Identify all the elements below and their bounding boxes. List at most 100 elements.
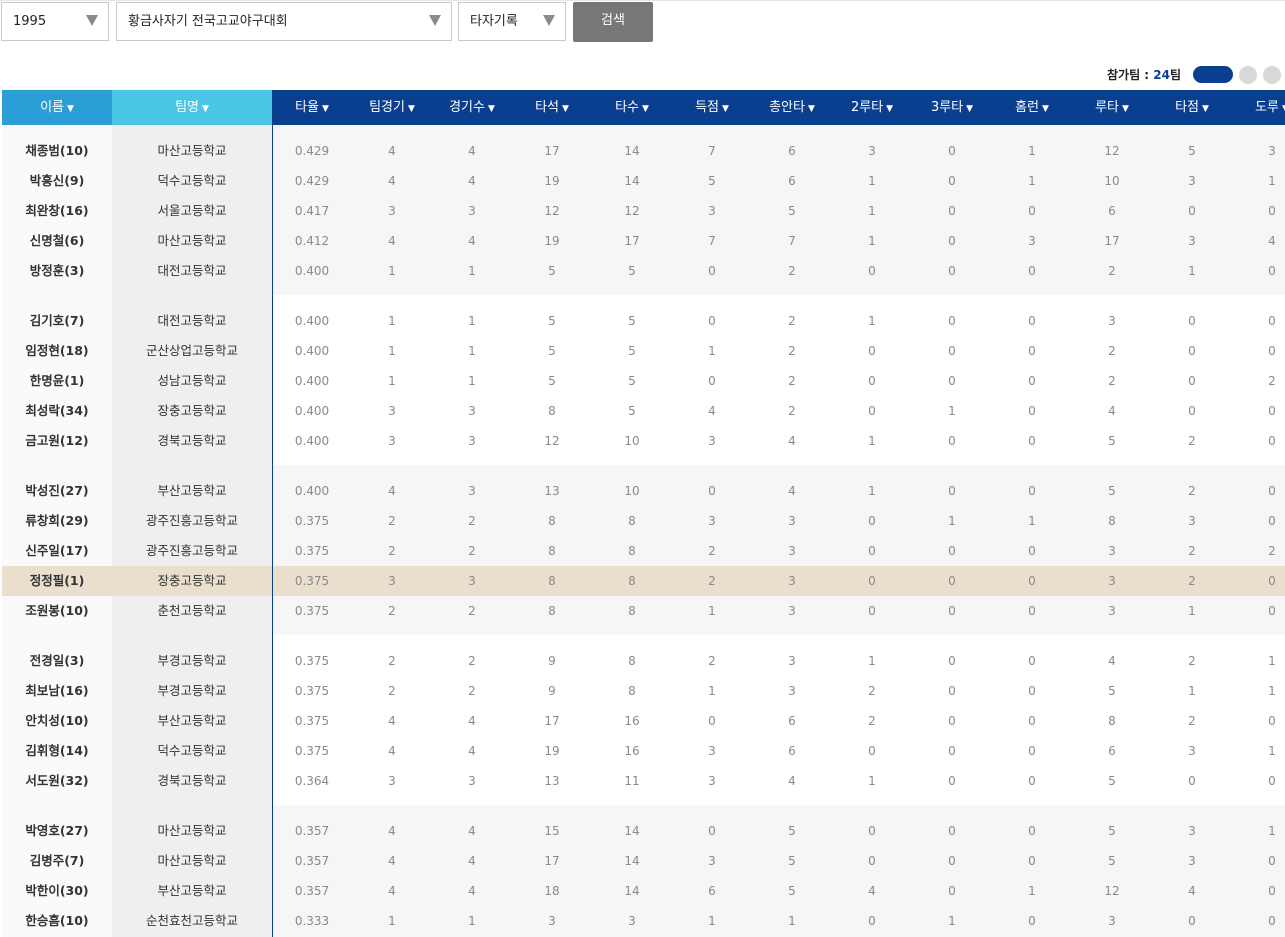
stat-cell: 1 (788, 914, 796, 928)
filter-bar: 1995 황금사자기 전국고교야구대회 타자기록 검색 (0, 0, 1285, 44)
stat-cell: 5 (1108, 684, 1116, 698)
stat-cell: 0 (948, 884, 956, 898)
stat-cell: 19 (544, 744, 560, 758)
column-header[interactable]: 타수 ▼ (592, 90, 672, 125)
stat-cell: 5 (1108, 774, 1116, 788)
stat-cell: 8 (1108, 514, 1116, 528)
stat-cell: 3 (1188, 744, 1196, 758)
column-header[interactable]: 타점 ▼ (1152, 90, 1232, 125)
page-indicator-active[interactable] (1193, 66, 1233, 83)
table-row[interactable]: 안치성(10) 부산고등학교 0.375 4 4 17 16 0 6 2 0 0 8 2 0 (2, 706, 1285, 736)
stat-cell: 1 (708, 344, 716, 358)
team-name: 경북고등학교 (157, 773, 227, 788)
stat-cell: 2 (1108, 344, 1116, 358)
team-name: 대전고등학교 (157, 263, 227, 278)
table-row[interactable]: 박영호(27) 마산고등학교 0.357 4 4 15 14 0 5 0 0 0 5 3 1 (2, 816, 1285, 846)
stat-cell: 0 (868, 744, 876, 758)
column-header[interactable]: 득점 ▼ (672, 90, 752, 125)
column-header[interactable]: 총안타 ▼ (752, 90, 832, 125)
column-header-label: 경기수 (449, 100, 485, 115)
stat-cell: 1 (1028, 144, 1036, 158)
stat-cell: 5 (548, 314, 556, 328)
table-row[interactable]: 조원봉(10) 춘천고등학교 0.375 2 2 8 8 1 3 0 0 0 3 1 0 (2, 596, 1285, 626)
tournament-select[interactable]: 황금사자기 전국고교야구대회 (116, 2, 452, 41)
stat-cell: 2 (1268, 374, 1276, 388)
table-row[interactable]: 신주일(17) 광주진흥고등학교 0.375 2 2 8 8 2 3 0 0 0 3 2 2 (2, 536, 1285, 566)
stat-cell: 3 (388, 774, 396, 788)
table-row[interactable]: 최성락(34) 장충고등학교 0.400 3 3 8 5 4 2 0 1 0 4 0 0 (2, 396, 1285, 426)
column-header[interactable]: 이름 ▼ (2, 90, 112, 125)
table-row[interactable]: 박성진(27) 부산고등학교 0.400 4 3 13 10 0 4 1 0 0 5 2 0 (2, 476, 1285, 506)
table-row[interactable]: 금고원(12) 경북고등학교 0.400 3 3 12 10 3 4 1 0 0 5 2 0 (2, 426, 1285, 456)
stat-cell: 4 (468, 144, 476, 158)
table-row[interactable]: 류창희(29) 광주진흥고등학교 0.375 2 2 8 8 3 3 0 1 1 8 3 0 (2, 506, 1285, 536)
column-header[interactable]: 팀경기 ▼ (352, 90, 432, 125)
table-row[interactable]: 박한이(30) 부산고등학교 0.357 4 4 18 14 6 5 4 0 1 12 4 0 (2, 876, 1285, 906)
sort-caret-icon: ▼ (807, 104, 815, 114)
table-row[interactable]: 채종범(10) 마산고등학교 0.429 4 4 17 14 7 6 3 0 1 12 5 3 (2, 136, 1285, 166)
stat-cell: 1 (468, 344, 476, 358)
stat-cell: 0.375 (294, 744, 330, 758)
stat-cell: 1 (868, 484, 876, 498)
column-header[interactable]: 팀명 ▼ (112, 90, 272, 125)
stat-cell: 0 (1268, 434, 1276, 448)
stat-cell: 0.400 (294, 484, 330, 498)
sort-caret-icon: ▼ (966, 104, 974, 114)
column-header[interactable]: 타석 ▼ (512, 90, 592, 125)
stat-cell: 0 (1188, 344, 1196, 358)
stat-cell: 3 (1188, 514, 1196, 528)
stat-cell: 1 (1188, 684, 1196, 698)
table-row[interactable]: 서도원(32) 경북고등학교 0.364 3 3 13 11 3 4 1 0 0 5 0 0 (2, 766, 1285, 796)
stat-cell: 3 (868, 144, 876, 158)
table-row[interactable]: 김휘형(14) 덕수고등학교 0.375 4 4 19 16 3 6 0 0 0 6 3 1 (2, 736, 1285, 766)
column-header-label: 홈런 (1015, 100, 1039, 115)
player-name: 안치성(10) (25, 713, 89, 728)
table-row[interactable]: 김기호(7) 대전고등학교 0.400 1 1 5 5 0 2 1 0 0 3 0 0 (2, 306, 1285, 336)
stat-cell: 3 (708, 774, 716, 788)
table-row[interactable]: 김병주(7) 마산고등학교 0.357 4 4 17 14 3 5 0 0 0 5 3 0 (2, 846, 1285, 876)
stat-cell: 2 (788, 314, 796, 328)
table-row[interactable]: 전경일(3) 부경고등학교 0.375 2 2 9 8 2 3 1 0 0 4 2 1 (2, 646, 1285, 676)
record-type-select[interactable]: 타자기록 (458, 2, 566, 41)
table-row[interactable]: 신명철(6) 마산고등학교 0.412 4 4 19 17 7 7 1 0 3 17 3 4 (2, 226, 1285, 256)
stat-cell: 13 (544, 484, 560, 498)
table-row[interactable]: 최완창(16) 서울고등학교 0.417 3 3 12 12 3 5 1 0 0 6 0 0 (2, 196, 1285, 226)
column-header[interactable]: 3루타 ▼ (912, 90, 992, 125)
player-name: 신명철(6) (29, 233, 85, 248)
stat-cell: 1 (1028, 174, 1036, 188)
column-header[interactable]: 경기수 ▼ (432, 90, 512, 125)
page-indicator-dot[interactable] (1263, 66, 1281, 84)
table-row-highlighted[interactable]: 정정필(1) 장충고등학교 0.375 3 3 8 8 2 3 0 0 0 3 2 0 (2, 566, 1285, 596)
team-name: 대전고등학교 (157, 313, 227, 328)
stat-cell: 0 (868, 404, 876, 418)
stat-cell: 3 (1108, 314, 1116, 328)
column-header[interactable]: 루타 ▼ (1072, 90, 1152, 125)
table-row[interactable]: 방정훈(3) 대전고등학교 0.400 1 1 5 5 0 2 0 0 0 2 1 0 (2, 256, 1285, 286)
table-row[interactable]: 박흥신(9) 덕수고등학교 0.429 4 4 19 14 5 6 1 0 1 10 3 1 (2, 166, 1285, 196)
stat-cell: 3 (708, 434, 716, 448)
stat-cell: 3 (468, 574, 476, 588)
stat-cell: 0 (1028, 204, 1036, 218)
team-name: 마산고등학교 (157, 823, 227, 838)
table-row[interactable]: 임정현(18) 군산상업고등학교 0.400 1 1 5 5 1 2 0 0 0 2 0 0 (2, 336, 1285, 366)
page-indicator-dot[interactable] (1239, 66, 1257, 84)
table-row[interactable]: 한승흠(10) 순천효천고등학교 0.333 1 1 3 3 1 1 0 1 0 3 0 0 (2, 906, 1285, 936)
column-header[interactable]: 도루▼ (1232, 90, 1285, 125)
column-header[interactable]: 홈런 ▼ (992, 90, 1072, 125)
column-header[interactable]: 타율 ▼ (272, 90, 352, 125)
table-row[interactable]: 최보남(16) 부경고등학교 0.375 2 2 9 8 1 3 2 0 0 5 1 1 (2, 676, 1285, 706)
stat-cell: 3 (628, 914, 636, 928)
stat-cell: 0 (1268, 714, 1276, 728)
team-name: 부경고등학교 (157, 683, 227, 698)
stat-cell: 3 (708, 514, 716, 528)
stat-cell: 0 (1268, 344, 1276, 358)
stat-cell: 2 (1108, 374, 1116, 388)
stat-cell: 0 (708, 314, 716, 328)
column-header[interactable]: 2루타 ▼ (832, 90, 912, 125)
table-row[interactable]: 한명윤(1) 성남고등학교 0.400 1 1 5 5 0 2 0 0 0 2 0 2 (2, 366, 1285, 396)
stat-cell: 0 (1268, 604, 1276, 618)
stat-cell: 0 (1188, 404, 1196, 418)
year-select[interactable]: 1995 (1, 2, 109, 41)
stat-cell: 3 (708, 854, 716, 868)
search-button[interactable]: 검색 (573, 2, 653, 42)
